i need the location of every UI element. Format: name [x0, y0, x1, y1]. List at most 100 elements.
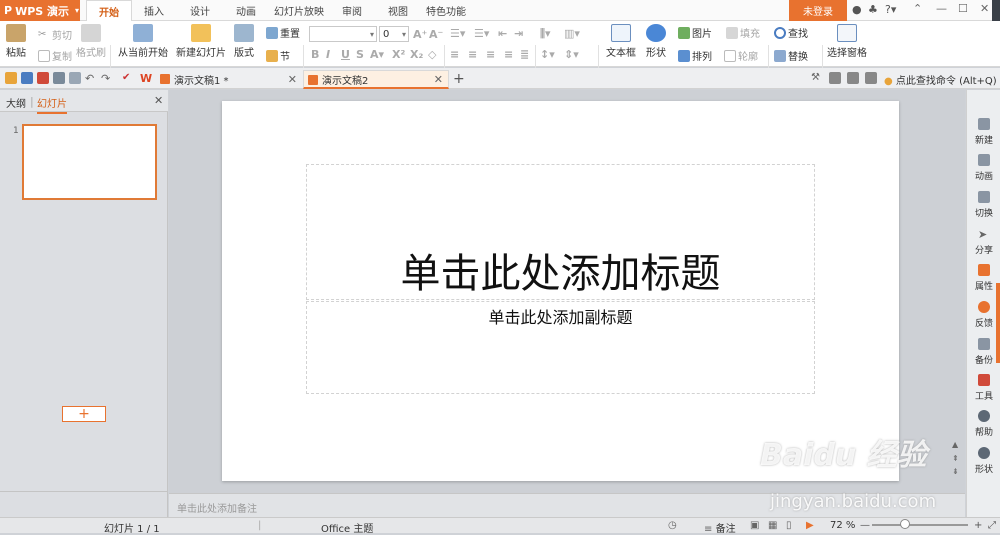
redo-icon[interactable]: ↷ [101, 72, 113, 85]
copy-button[interactable]: 复制 [38, 48, 72, 63]
next-slide-icon[interactable]: ⇟ [952, 467, 959, 476]
rp-help[interactable]: 帮助 [967, 410, 1000, 438]
export-pdf-icon[interactable] [37, 72, 49, 84]
login-button[interactable]: 未登录 [789, 0, 847, 21]
justify-icon[interactable]: ≡ [504, 48, 513, 61]
section-button[interactable]: 节 [266, 48, 290, 63]
outline-button[interactable]: 轮廓 [724, 48, 758, 63]
close-icon[interactable]: ✕ [288, 73, 297, 86]
toolbar-icon[interactable] [829, 72, 841, 84]
maximize-icon[interactable]: ☐ [958, 2, 968, 15]
prev-slide-icon[interactable]: ⇞ [952, 454, 959, 463]
font-family-select[interactable]: ▾ [309, 26, 377, 42]
help-icon[interactable]: ?▾ [885, 3, 896, 16]
tab-special[interactable]: 特色功能 [424, 0, 468, 21]
app-menu-button[interactable]: P WPS 演示 ▾ [0, 0, 80, 21]
font-color-icon[interactable]: A▾ [370, 48, 384, 61]
textbox-button[interactable]: 文本框 [606, 24, 636, 59]
doc-tab-1[interactable]: 演示文稿1 * ✕ [156, 70, 302, 89]
numbered-list-icon[interactable]: ☰▾ [474, 27, 489, 40]
shadow-icon[interactable]: S [356, 48, 364, 61]
rp-shape[interactable]: 形状 [967, 447, 1000, 475]
new-tab-icon[interactable]: + [453, 71, 465, 87]
reset-button[interactable]: 重置 [266, 25, 300, 40]
undo-icon[interactable]: ↶ [85, 72, 97, 85]
clock-icon[interactable]: ◷ [668, 520, 677, 531]
shirt-icon[interactable]: ♣ [868, 3, 878, 16]
tab-design[interactable]: 设计 [182, 0, 218, 21]
shape-button[interactable]: 形状 [646, 24, 666, 59]
close-icon[interactable]: ✕ [154, 94, 163, 107]
fit-window-icon[interactable]: ⤢ [988, 520, 996, 531]
tab-insert[interactable]: 插入 [136, 0, 172, 21]
find-button[interactable]: 查找 [774, 25, 808, 40]
arrange-button[interactable]: 排列 [678, 48, 712, 63]
doc-tab-2[interactable]: 演示文稿2 ✕ [303, 70, 449, 89]
toolbar-icon[interactable]: ⚒ [811, 72, 823, 84]
select-pane-button[interactable]: 选择窗格 [827, 24, 867, 59]
columns-icon[interactable]: ▥▾ [564, 27, 580, 40]
underline-icon[interactable]: U [341, 48, 350, 61]
slideshow-icon[interactable]: ▶ [806, 520, 814, 531]
increase-indent-icon[interactable]: ⇥ [514, 27, 523, 40]
zoom-slider-thumb[interactable] [900, 519, 910, 529]
panel-grip[interactable] [996, 283, 1000, 363]
zoom-in-icon[interactable]: + [974, 520, 982, 531]
normal-view-icon[interactable]: ▣ [750, 520, 759, 531]
rp-transition[interactable]: 切换 [967, 191, 1000, 219]
play-from-current-button[interactable]: 从当前开始 [118, 24, 168, 59]
tab-slideshow[interactable]: 幻灯片放映 [272, 0, 326, 21]
slide-thumbnail[interactable] [22, 124, 157, 200]
clear-format-icon[interactable]: ◇ [428, 48, 436, 61]
bullet-list-icon[interactable]: ☰▾ [450, 27, 465, 40]
format-painter-button[interactable]: 格式刷 [76, 24, 106, 59]
reading-view-icon[interactable]: ▯ [786, 520, 792, 531]
add-slide-button[interactable]: + [62, 406, 106, 422]
subtitle-placeholder[interactable]: 单击此处添加副标题 [306, 301, 815, 394]
toolbar-icon[interactable] [865, 72, 877, 84]
decrease-indent-icon[interactable]: ⇤ [498, 27, 507, 40]
align-center-icon[interactable]: ≡ [468, 48, 477, 61]
italic-icon[interactable]: I [326, 48, 330, 61]
tab-slides[interactable]: 幻灯片 [37, 95, 67, 114]
skin-icon[interactable]: ● [852, 3, 862, 16]
vertical-scrollbar[interactable]: ▲ ⇞ ⇟ [948, 90, 965, 493]
cut-button[interactable]: ✂ 剪切 [38, 27, 72, 43]
title-placeholder[interactable]: 单击此处添加标题 [306, 164, 815, 300]
rp-new[interactable]: 新建 [967, 118, 1000, 146]
close-icon[interactable]: ✕ [434, 73, 443, 86]
text-direction-icon[interactable]: ⫼▾ [540, 27, 551, 41]
line-spacing-icon[interactable]: ↕▾ [540, 48, 555, 61]
toolbar-icon[interactable] [847, 72, 859, 84]
grow-font-icon[interactable]: A⁺ [413, 28, 427, 41]
picture-button[interactable]: 图片 [678, 25, 712, 40]
scroll-up-icon[interactable]: ▲ [952, 440, 958, 449]
layout-button[interactable]: 版式 [234, 24, 254, 59]
sorter-view-icon[interactable]: ▦ [768, 520, 777, 531]
align-left-icon[interactable]: ≡ [450, 48, 459, 61]
minimize-icon[interactable]: — [936, 2, 947, 15]
command-search[interactable]: ● 点此查找命令 (Alt+Q) [884, 72, 997, 87]
tab-home[interactable]: 开始 [86, 0, 132, 22]
subscript-icon[interactable]: X₂ [410, 48, 423, 61]
print-icon[interactable] [53, 72, 65, 84]
new-slide-button[interactable]: 新建幻灯片 [176, 24, 226, 59]
restore-ribbon-icon[interactable]: ⌃ [913, 2, 922, 15]
zoom-out-icon[interactable]: — [860, 520, 870, 531]
save-icon[interactable] [21, 72, 33, 84]
distribute-icon[interactable]: ≣ [520, 48, 529, 61]
open-icon[interactable] [5, 72, 17, 84]
customize-icon[interactable]: ✔ [122, 72, 134, 84]
tab-outline[interactable]: 大纲 [6, 95, 26, 110]
paragraph-spacing-icon[interactable]: ⇕▾ [564, 48, 579, 61]
tab-review[interactable]: 审阅 [334, 0, 370, 21]
close-icon[interactable]: ✕ [980, 2, 989, 15]
fill-button[interactable]: 填充 [726, 25, 760, 40]
rp-share[interactable]: ➤ 分享 [967, 228, 1000, 256]
zoom-slider[interactable] [872, 524, 968, 526]
replace-button[interactable]: 替换 [774, 48, 808, 63]
rp-tools[interactable]: 工具 [967, 374, 1000, 402]
font-size-select[interactable]: 0 ▾ [379, 26, 409, 42]
bold-icon[interactable]: B [311, 48, 319, 61]
print-preview-icon[interactable] [69, 72, 81, 84]
